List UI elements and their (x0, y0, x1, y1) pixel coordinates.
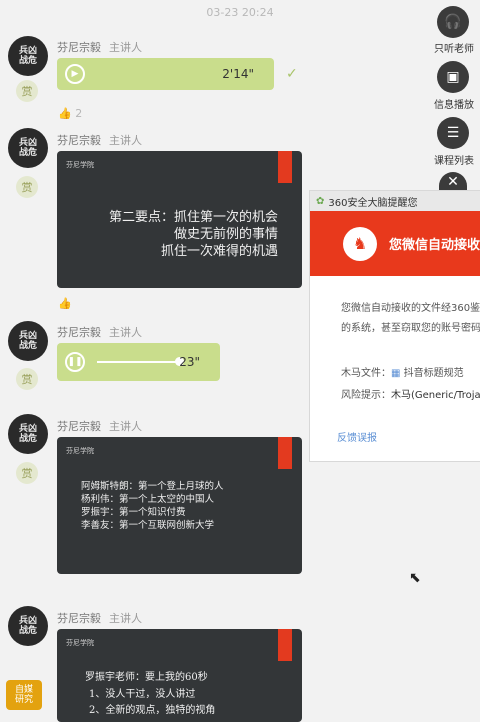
popup-banner-text: 您微信自动接收 (389, 238, 480, 253)
file-icon: ▦ (391, 368, 401, 379)
sender-role: 主讲人 (109, 134, 142, 147)
play-icon[interactable]: ▶ (65, 64, 85, 84)
headphones-icon[interactable]: 🎧 (437, 6, 469, 38)
voice-progress[interactable] (97, 361, 177, 363)
reward-badge[interactable]: 赏 (16, 176, 38, 198)
like-icon[interactable]: 👍 (58, 297, 72, 310)
sender-role: 主讲人 (109, 612, 142, 625)
play-square-icon[interactable]: ▣ (437, 61, 469, 93)
slide-accent (278, 437, 292, 469)
avatar[interactable]: 兵凶 战危 (8, 36, 48, 76)
slide-line: 李善友：第一个互联网创新大学 (81, 520, 215, 531)
sender-name: 芬尼宗毅 主讲人 (57, 420, 142, 433)
like-count[interactable]: 👍 2 (58, 107, 82, 120)
sender-name: 芬尼宗毅 主讲人 (57, 134, 142, 147)
slide-accent (278, 151, 292, 183)
sender-name: 芬尼宗毅 主讲人 (57, 326, 142, 339)
sender-role: 主讲人 (109, 41, 142, 54)
popup-title: 360安全大脑提醒您 (328, 197, 418, 209)
media-research-badge[interactable]: 自媒 研究 (6, 680, 42, 710)
sender-role: 主讲人 (109, 420, 142, 433)
slide-line: 2、全新的观点，独特的视角 (89, 705, 216, 716)
security-alert-popup[interactable]: ✿ 360安全大脑提醒您 ♞ 您微信自动接收 您微信自动接收的文件经360鉴 的… (309, 190, 480, 462)
reward-badge[interactable]: 赏 (16, 462, 38, 484)
avatar[interactable]: 兵凶 战危 (8, 606, 48, 646)
replay-label[interactable]: 信息播放 (428, 96, 480, 111)
slide-line: 罗振宇：第一个知识付费 (81, 507, 186, 518)
slide-image[interactable]: 芬尼学院 第二要点：抓住第一次的机会 做史无前例的事情 抓住一次难得的机遇 (57, 151, 302, 288)
list-icon[interactable]: ☰ (437, 117, 469, 149)
mouse-cursor-icon: ⬉ (409, 570, 421, 586)
course-list-label[interactable]: 课程列表 (428, 152, 480, 167)
close-icon[interactable]: ✕ (439, 172, 467, 192)
slide-line: 抓住一次难得的机遇 (160, 244, 278, 259)
voice-message[interactable]: ❚❚ 23" (57, 343, 220, 381)
chat-timestamp: 03-23 20:24 (206, 6, 274, 19)
slide-logo: 芬尼学院 (66, 447, 94, 455)
popup-titlebar: ✿ 360安全大脑提醒您 (310, 191, 480, 211)
avatar[interactable]: 兵凶 战危 (8, 414, 48, 454)
slide-line: 杨利伟：第一个上太空的中国人 (81, 494, 215, 505)
sender-name: 芬尼宗毅 主讲人 (57, 41, 142, 54)
popup-body-line: 的系统，甚至窃取您的账号密码 (341, 323, 480, 334)
shield-logo-icon: ✿ (316, 195, 325, 207)
read-check-icon: ✓ (286, 66, 298, 82)
slide-image[interactable]: 芬尼学院 阿姆斯特朗：第一个登上月球的人 杨利伟：第一个上太空的中国人 罗振宇：… (57, 437, 302, 574)
sender-role: 主讲人 (109, 326, 142, 339)
slide-line: 罗振宇老师：要上我的60秒 (85, 672, 208, 683)
avatar[interactable]: 兵凶 战危 (8, 321, 48, 361)
voice-duration: 2'14" (222, 67, 254, 81)
risk-row: 风险提示：木马(Generic/Troja (341, 390, 480, 401)
popup-banner: ♞ 您微信自动接收 (310, 211, 480, 276)
popup-body-line: 您微信自动接收的文件经360鉴 (341, 303, 480, 314)
reward-badge[interactable]: 赏 (16, 368, 38, 390)
avatar[interactable]: 兵凶 战危 (8, 128, 48, 168)
slide-image[interactable]: 芬尼学院 罗振宇老师：要上我的60秒 1、没人干过，没人讲过 2、全新的观点，独… (57, 629, 302, 722)
report-false-positive-link[interactable]: 反馈误报 (337, 429, 377, 444)
voice-duration: 23" (179, 355, 200, 369)
slide-logo: 芬尼学院 (66, 639, 94, 647)
pause-icon[interactable]: ❚❚ (65, 352, 85, 372)
slide-accent (278, 629, 292, 661)
slide-line: 1、没人干过，没人讲过 (89, 689, 196, 700)
sender-name: 芬尼宗毅 主讲人 (57, 612, 142, 625)
slide-logo: 芬尼学院 (66, 161, 94, 169)
listen-teacher-label[interactable]: 只听老师 (428, 40, 480, 55)
file-row: 木马文件：▦ 抖音标题规范 (341, 368, 464, 379)
horse-warning-icon: ♞ (343, 226, 377, 261)
slide-line: 阿姆斯特朗：第一个登上月球的人 (81, 481, 224, 492)
reward-badge[interactable]: 赏 (16, 80, 38, 102)
voice-message[interactable]: ▶ 2'14" (57, 58, 274, 90)
